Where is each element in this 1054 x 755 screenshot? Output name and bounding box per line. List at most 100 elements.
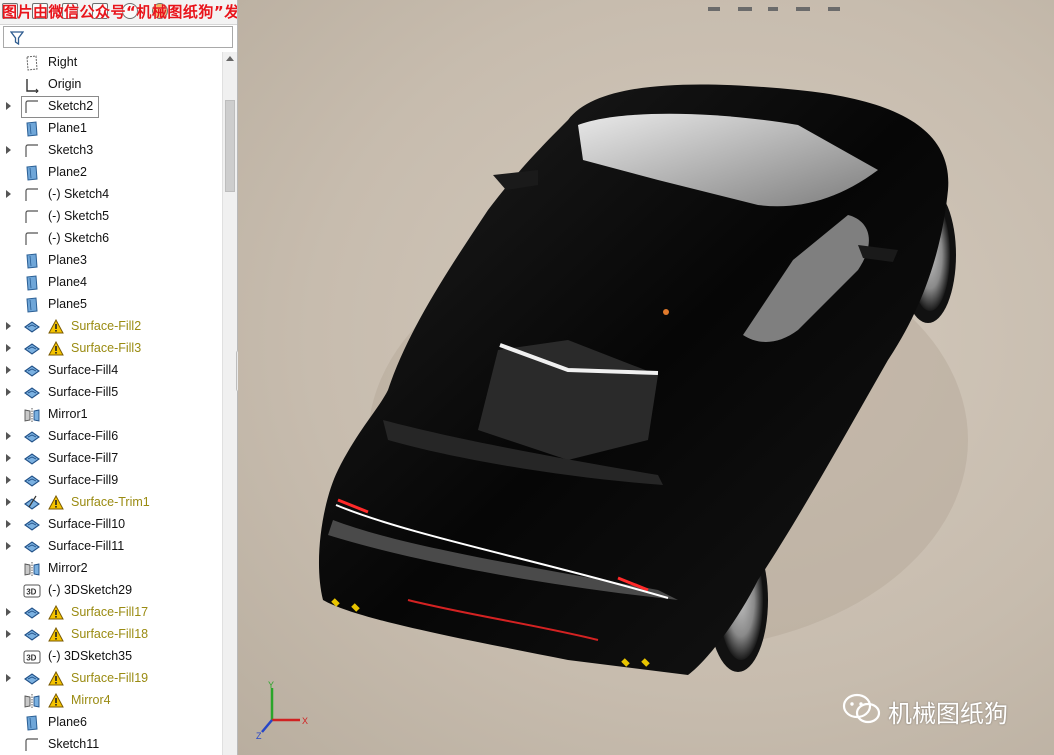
tree-item-label: Surface-Fill2 [71, 319, 142, 333]
tree-item[interactable]: Sketch2 [0, 96, 222, 118]
tree-item[interactable]: (-) Sketch6 [0, 228, 222, 250]
tree-item-label: Origin [48, 77, 82, 91]
tree-item[interactable]: Surface-Fill17 [0, 602, 222, 624]
watermark-brand-text: 机械图纸狗 [888, 700, 1008, 728]
tree-item[interactable]: Origin [0, 74, 222, 96]
expand-arrow-icon[interactable] [6, 388, 11, 396]
graphics-viewport[interactable]: Y X Z 机械图纸狗 [238, 0, 1054, 755]
wechat-logo-icon [842, 693, 881, 724]
warning-icon [48, 494, 64, 511]
tree-item[interactable]: 3D (-) 3DSketch29 [0, 580, 222, 602]
tree-item-label: Plane3 [48, 253, 87, 267]
expand-arrow-icon[interactable] [6, 476, 11, 484]
tree-item[interactable]: Surface-Fill9 [0, 470, 222, 492]
sketch-icon [23, 737, 41, 753]
tree-item[interactable]: Surface-Fill11 [0, 536, 222, 558]
expand-arrow-icon[interactable] [6, 322, 11, 330]
expand-arrow-icon[interactable] [6, 454, 11, 462]
plane-icon [23, 253, 41, 269]
tree-item[interactable]: Surface-Fill2 [0, 316, 222, 338]
mirror-icon [23, 693, 41, 709]
scroll-up-arrow-icon[interactable] [226, 56, 234, 61]
tree-item[interactable]: Mirror2 [0, 558, 222, 580]
tree-item[interactable]: 3D (-) 3DSketch35 [0, 646, 222, 668]
warning-icon [48, 340, 64, 357]
tree-item[interactable]: Surface-Fill4 [0, 360, 222, 382]
tree-item[interactable]: Mirror1 [0, 404, 222, 426]
sketch-icon [23, 187, 41, 203]
tree-item[interactable]: Plane4 [0, 272, 222, 294]
tree-item[interactable]: Surface-Fill3 [0, 338, 222, 360]
expand-arrow-icon[interactable] [6, 344, 11, 352]
tree-item[interactable]: Surface-Fill10 [0, 514, 222, 536]
surface-fill-icon [23, 605, 41, 621]
filter-input[interactable] [3, 26, 233, 48]
tree-item-label: Surface-Trim1 [71, 495, 150, 509]
tree-item-label: Surface-Fill4 [48, 363, 119, 377]
expand-arrow-icon[interactable] [6, 146, 11, 154]
scroll-thumb[interactable] [225, 100, 235, 192]
tree-item[interactable]: Plane6 [0, 712, 222, 734]
expand-arrow-icon[interactable] [6, 366, 11, 374]
expand-arrow-icon[interactable] [6, 542, 11, 550]
filter-row [0, 24, 237, 50]
tree-item[interactable]: Surface-Trim1 [0, 492, 222, 514]
expand-arrow-icon[interactable] [6, 432, 11, 440]
tree-item-label: (-) Sketch4 [48, 187, 110, 201]
tree-item[interactable]: Surface-Fill18 [0, 624, 222, 646]
tree-item[interactable]: Surface-Fill5 [0, 382, 222, 404]
tree-item-label: Plane6 [48, 715, 87, 729]
tree-item-label: (-) 3DSketch29 [48, 583, 133, 597]
sketch-icon [23, 143, 41, 159]
tree-item-label: Plane5 [48, 297, 87, 311]
tree-item[interactable]: Plane2 [0, 162, 222, 184]
tree-item-label: Sketch11 [48, 737, 100, 751]
tree-item-label: Surface-Fill3 [71, 341, 142, 355]
tree-item[interactable]: Plane3 [0, 250, 222, 272]
tree-item-label: Sketch2 [48, 99, 94, 113]
expand-arrow-icon[interactable] [6, 630, 11, 638]
tree-item[interactable]: Right [0, 52, 222, 74]
warning-icon [48, 670, 64, 687]
sketch-icon [23, 209, 41, 225]
expand-arrow-icon[interactable] [6, 674, 11, 682]
tree-item[interactable]: Surface-Fill6 [0, 426, 222, 448]
expand-arrow-icon[interactable] [6, 608, 11, 616]
car-model[interactable] [238, 0, 1054, 755]
tree-item-label: Surface-Fill19 [71, 671, 149, 685]
expand-arrow-icon[interactable] [6, 520, 11, 528]
tree-item-label: Surface-Fill5 [48, 385, 119, 399]
surface-fill-icon [23, 385, 41, 401]
surface-fill-icon [23, 473, 41, 489]
watermark-top: 图片由微信公众号“机械图纸狗”发布 [2, 3, 238, 21]
expand-arrow-icon[interactable] [6, 498, 11, 506]
expand-arrow-icon[interactable] [6, 102, 11, 110]
tree-item[interactable]: (-) Sketch4 [0, 184, 222, 206]
tree-item-label: Mirror2 [48, 561, 88, 575]
tree-item[interactable]: Surface-Fill7 [0, 448, 222, 470]
tree-item-label: Sketch3 [48, 143, 94, 157]
svg-text:3D: 3D [26, 588, 36, 597]
plane-icon [23, 715, 41, 731]
mirror-icon [23, 561, 41, 577]
tree-item-label: (-) Sketch6 [48, 231, 110, 245]
plane-icon [23, 297, 41, 313]
expand-arrow-icon[interactable] [6, 190, 11, 198]
feature-manager-panel: 图片由微信公众号“机械图纸狗”发布 Right Origin Sketch2 Plan… [0, 0, 238, 755]
tree-item[interactable]: Plane5 [0, 294, 222, 316]
plane-icon [23, 165, 41, 181]
tree-item[interactable]: Surface-Fill19 [0, 668, 222, 690]
tree-scrollbar[interactable] [222, 52, 237, 755]
surface-fill-icon [23, 451, 41, 467]
tree-item-label: Plane4 [48, 275, 87, 289]
triad-y-label: Y [268, 680, 274, 690]
tree-item[interactable]: Mirror4 [0, 690, 222, 712]
tree-item[interactable]: Sketch3 [0, 140, 222, 162]
view-triad[interactable]: Y X Z [256, 680, 316, 740]
plane-icon-outline [23, 55, 41, 71]
tree-item[interactable]: (-) Sketch5 [0, 206, 222, 228]
surface-trim-icon [23, 495, 41, 511]
filter-icon [10, 31, 24, 45]
tree-item[interactable]: Sketch11 [0, 734, 222, 755]
tree-item[interactable]: Plane1 [0, 118, 222, 140]
